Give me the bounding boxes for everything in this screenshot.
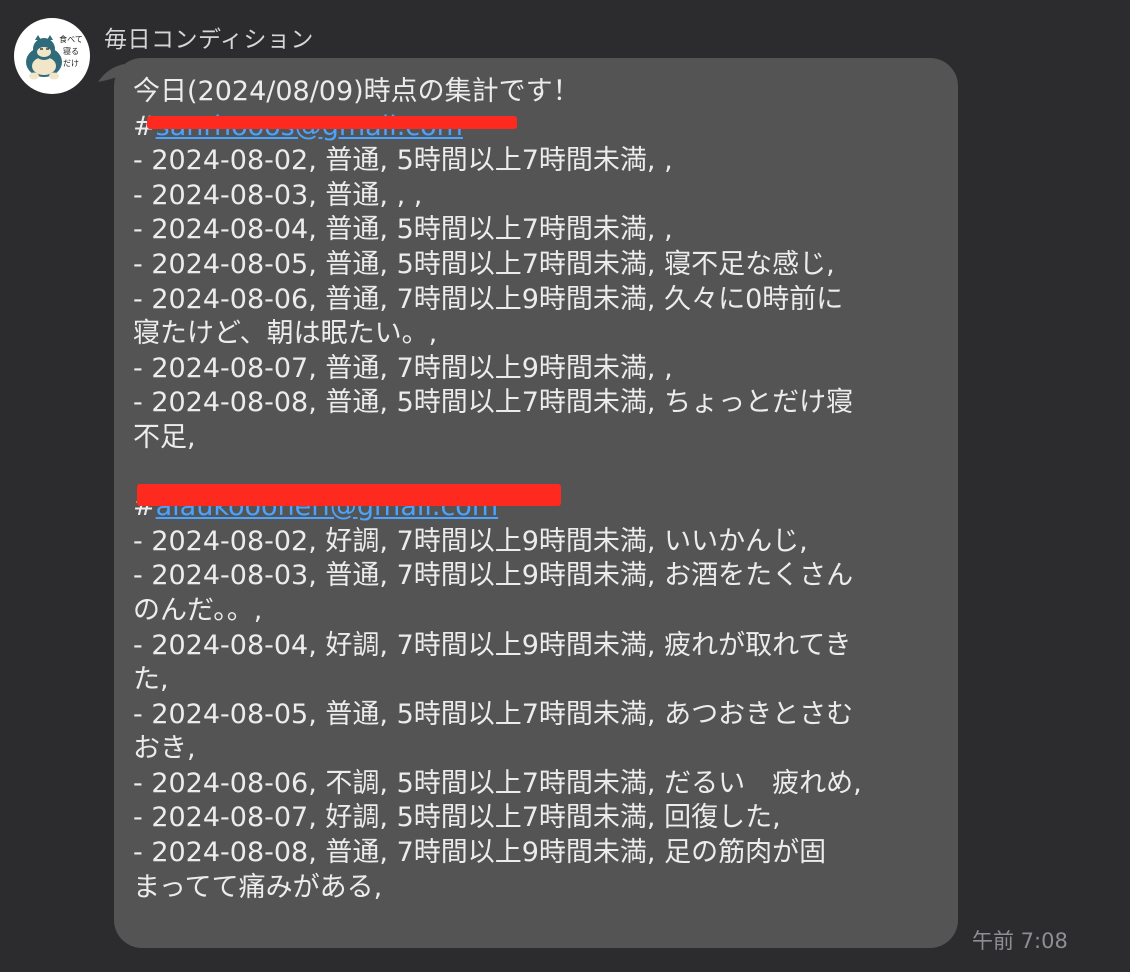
avatar-text-1: 食べて — [59, 34, 83, 44]
message-line: - 2024-08-07, 好調, 5時間以上7時間未満, 回復した, — [133, 802, 781, 834]
message-line: - 2024-08-06, 普通, 7時間以上9時間未満, 久々に0時前に — [133, 283, 844, 315]
redaction-mark — [137, 484, 561, 507]
message-body: 今日(2024/08/09)時点の集計です！#sanrhooos@gmail.c… — [133, 75, 938, 905]
sender-avatar[interactable]: 食べて 寝る だけ — [14, 18, 90, 94]
message-line: 今日(2024/08/09)時点の集計です！ — [133, 76, 580, 107]
avatar-text-3: だけ — [63, 59, 79, 68]
message-line: - 2024-08-02, 普通, 5時間以上7時間未満, , — [133, 145, 673, 177]
message-line: おき, — [133, 733, 196, 765]
message-line: - 2024-08-07, 普通, 7時間以上9時間未満, , — [133, 352, 673, 384]
message-line: まってて痛みがある, — [133, 871, 383, 903]
redacted-email-line: #sanrhooos@gmail.com — [133, 110, 938, 145]
message-line: た, — [133, 664, 169, 696]
avatar-text-2: 寝る — [63, 46, 79, 56]
message-line: - 2024-08-06, 不調, 5時間以上7時間未満, だるい 疲れめ, — [133, 767, 862, 799]
message-line: - 2024-08-08, 普通, 7時間以上9時間未満, 足の筋肉が固 — [133, 837, 827, 869]
message-line: のんだ。。, — [133, 594, 263, 626]
message-line: - 2024-08-03, 普通, 7時間以上9時間未満, お酒をたくさん — [133, 560, 854, 592]
sender-name: 毎日コンディション — [104, 27, 314, 53]
message-timestamp: 午前 7:08 — [972, 929, 1068, 953]
redaction-mark — [147, 115, 517, 129]
message-line: - 2024-08-04, 普通, 5時間以上7時間未満, , — [133, 214, 673, 246]
message-bubble[interactable]: 今日(2024/08/09)時点の集計です！#sanrhooos@gmail.c… — [114, 58, 958, 948]
redacted-email-line: #aiaukoooheri@gmail.com — [133, 484, 938, 525]
message-line: - 2024-08-08, 普通, 5時間以上7時間未満, ちょっとだけ寝 — [133, 387, 854, 419]
message-line: - 2024-08-04, 好調, 7時間以上9時間未満, 疲れが取れてき — [133, 629, 852, 661]
message-line: - 2024-08-03, 普通, , , — [133, 179, 423, 211]
message-line: - 2024-08-05, 普通, 5時間以上7時間未満, あつおきとさむ — [133, 698, 854, 730]
message-line: - 2024-08-02, 好調, 7時間以上9時間未満, いいかんじ, — [133, 525, 808, 557]
message-line: 不足, — [133, 421, 196, 453]
message-line: - 2024-08-05, 普通, 5時間以上7時間未満, 寝不足な感じ, — [133, 248, 835, 280]
sleeping-bear-character-icon: 食べて 寝る だけ — [26, 34, 83, 80]
message-line: 寝たけど、朝は眠たい。, — [133, 318, 438, 350]
chat-view: 食べて 寝る だけ 毎日コンディション 今日(2024/08/09)時点の集計で… — [0, 0, 1130, 972]
